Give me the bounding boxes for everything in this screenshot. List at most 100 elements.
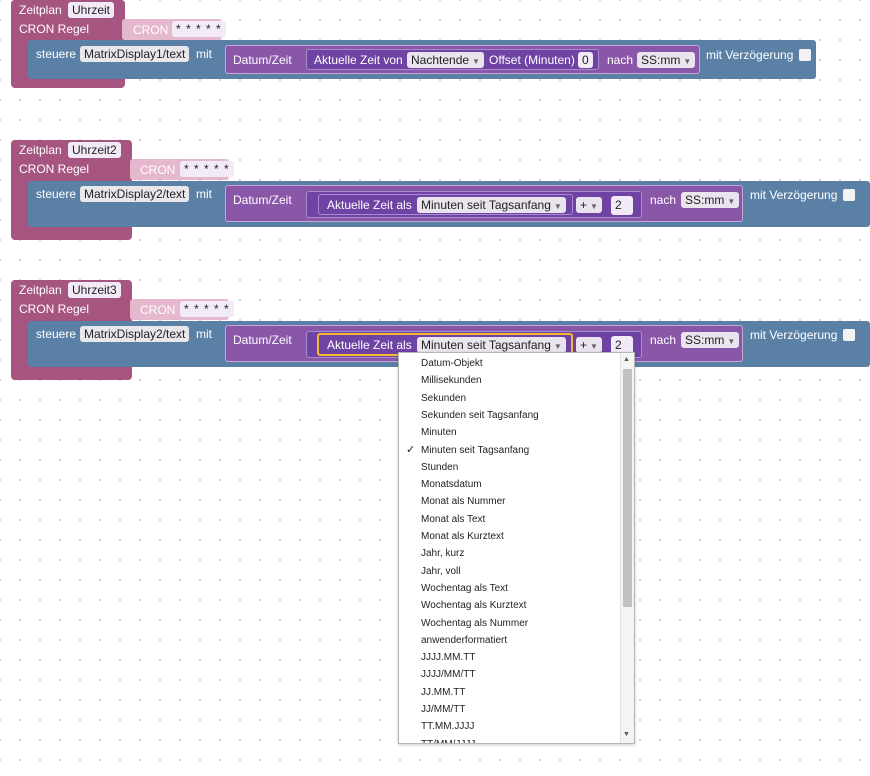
dropdown-option[interactable]: Jahr, kurz [399,545,621,562]
dropdown-option[interactable]: Monat als Text [399,511,621,528]
dropdown-option-label: Sekunden seit Tagsanfang [421,409,539,421]
dropdown-option[interactable]: anwenderformatiert [399,632,621,649]
dropdown-option-label: JJJJ/MM/TT [421,669,476,681]
dropdown-option-label: JJ.MM.TT [421,686,466,698]
dropdown-option-label: TT.MM.JJJJ [421,721,475,733]
delay-checkbox[interactable] [843,189,855,201]
dropdown-option-label: Sekunden [421,392,467,404]
dropdown-option[interactable]: JJJJ/MM/TT [399,666,621,683]
dropdown-option[interactable]: JJ.MM.TT [399,684,621,701]
dropdown-option[interactable]: Millisekunden [399,372,621,389]
to-label: nach [650,333,677,347]
delay-checkbox[interactable] [799,49,811,61]
dropdown-option[interactable]: Datum-Objekt [399,355,621,372]
dropdown-option-label: JJJJ.MM.TT [421,652,476,664]
current-time-label: Aktuelle Zeit von [314,53,403,67]
scroll-down-arrow-icon[interactable]: ▼ [623,731,630,738]
control-target-field[interactable]: MatrixDisplay2/text [80,326,190,342]
current-time-dropdown[interactable]: Minuten seit Tagsanfang ▼ [417,337,566,353]
cron-rule-label: CRON Regel [19,22,90,36]
dropdown-option[interactable]: TT.MM.JJJJ [399,718,621,735]
schedule-label: Zeitplan [19,143,62,157]
chevron-down-icon: ▼ [553,202,562,211]
dropdown-option[interactable]: Wochentag als Nummer [399,615,621,632]
with-label: mit [196,47,212,61]
dropdown-option-label: Monat als Nummer [421,496,506,508]
chevron-down-icon: ▼ [472,57,480,66]
dropdown-option-label: JJ/MM/TT [421,704,466,715]
dropdown-option-label: Datum-Objekt [421,358,483,369]
control-label: steuere [36,47,77,61]
chevron-down-icon: ▼ [727,197,736,206]
delay-label: mit Verzögerung [750,328,838,342]
cron-label: CRON [133,23,169,37]
dropdown-option[interactable]: Wochentag als Text [399,580,621,597]
chevron-down-icon: ▼ [590,342,598,351]
control-label: steuere [36,327,77,341]
operand-field[interactable]: 2 [611,196,633,215]
cron-label: CRON [140,303,176,317]
dropdown-option[interactable]: Jahr, voll [399,563,621,580]
current-time-label: Aktuelle Zeit als [327,198,412,212]
delay-label: mit Verzögerung [706,48,794,62]
dropdown-option-label: Monatsdatum [421,479,482,491]
schedule-name-field[interactable]: Uhrzeit2 [68,142,121,158]
dropdown-option[interactable]: Sekunden [399,390,621,407]
scroll-up-arrow-icon[interactable]: ▲ [623,356,630,363]
dropdown-scrollbar[interactable]: ▲ ▼ [620,353,634,743]
control-target-field[interactable]: MatrixDisplay1/text [80,46,190,62]
datetime-label: Datum/Zeit [233,53,292,67]
dropdown-option-label: Minuten seit Tagsanfang [421,444,530,456]
dropdown-option[interactable]: Monatsdatum [399,476,621,493]
delay-checkbox[interactable] [843,329,855,341]
dropdown-option-label: Jahr, kurz [421,548,465,560]
cron-rule-label: CRON Regel [19,302,90,316]
with-label: mit [196,187,212,201]
dropdown-option[interactable]: TT/MM/JJJJ [399,736,621,743]
operator-dropdown[interactable]: + ▼ [576,197,602,213]
cron-label: CRON [140,163,176,177]
chevron-down-icon: ▼ [727,337,736,346]
dropdown-option[interactable]: Monat als Kurztext [399,528,621,545]
schedule-label: Zeitplan [19,283,62,297]
dropdown-option-label: anwenderformatiert [421,634,508,646]
current-time-dropdown-menu[interactable]: Datum-Objekt Millisekunden Sekunden Sekunde… [398,352,635,744]
dropdown-option[interactable]: JJ/MM/TT [399,701,621,718]
checkmark-icon: ✓ [406,443,416,456]
dropdown-option-label: Monat als Kurztext [421,531,504,542]
dropdown-option[interactable]: ✓ Minuten seit Tagsanfang [399,442,621,459]
dropdown-option[interactable]: Stunden [399,459,621,476]
operator-dropdown[interactable]: + ▼ [576,337,602,353]
schedule-name-field[interactable]: Uhrzeit3 [68,282,121,298]
schedule-name-field[interactable]: Uhrzeit [68,2,115,18]
chevron-down-icon: ▼ [553,342,562,351]
dropdown-option-label: Wochentag als Kurztext [421,600,527,612]
cron-value-field[interactable]: * * * * * [180,301,234,317]
control-target-field[interactable]: MatrixDisplay2/text [80,186,190,202]
cron-rule-label: CRON Regel [19,162,90,176]
with-label: mit [196,327,212,341]
dropdown-option[interactable]: Sekunden seit Tagsanfang [399,407,621,424]
to-label: nach [650,193,677,207]
dropdown-option[interactable]: JJJJ.MM.TT [399,649,621,666]
current-time-dropdown[interactable]: Minuten seit Tagsanfang ▼ [417,197,566,213]
dropdown-option[interactable]: Minuten [399,424,621,441]
schedule-label: Zeitplan [19,3,62,17]
format-dropdown[interactable]: SS:mm ▼ [637,52,696,68]
dropdown-option-label: Minuten [421,427,457,439]
datetime-label: Datum/Zeit [233,193,292,207]
to-label: nach [607,53,634,67]
cron-value-field[interactable]: * * * * * [172,21,226,37]
current-time-dropdown[interactable]: Nachtende ▼ [407,52,484,68]
scrollbar-thumb[interactable] [623,369,632,607]
format-dropdown[interactable]: SS:mm ▼ [681,332,740,348]
dropdown-option[interactable]: Monat als Nummer [399,493,621,510]
control-label: steuere [36,187,77,201]
dropdown-option-label: Millisekunden [421,375,482,387]
cron-value-field[interactable]: * * * * * [180,161,234,177]
dropdown-option[interactable]: Wochentag als Kurztext [399,597,621,614]
current-time-label: Aktuelle Zeit als [327,338,412,352]
offset-field[interactable]: 0 [578,52,593,68]
format-dropdown[interactable]: SS:mm ▼ [681,192,740,208]
dropdown-option-label: Monat als Text [421,513,486,525]
